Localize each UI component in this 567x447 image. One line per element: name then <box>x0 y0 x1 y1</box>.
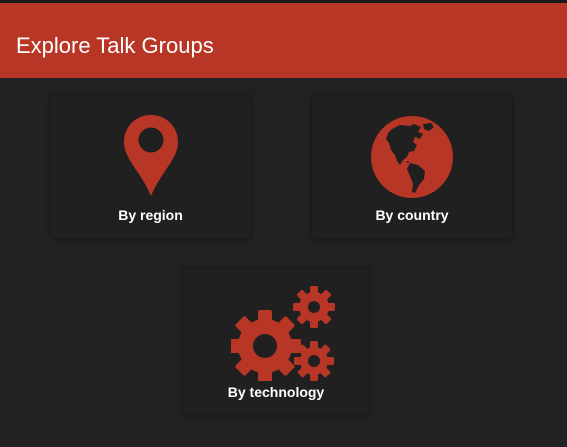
map-pin-icon <box>124 115 178 196</box>
country-card[interactable]: By country <box>312 95 512 238</box>
technology-card[interactable]: By technology <box>183 270 369 415</box>
region-card-label: By region <box>118 207 183 223</box>
page-header: Explore Talk Groups <box>0 3 567 78</box>
technology-card-label: By technology <box>227 384 325 400</box>
app-frame: Explore Talk Groups By region By country <box>0 0 567 447</box>
globe-icon <box>371 116 453 198</box>
gears-icon <box>231 286 335 381</box>
region-card[interactable]: By region <box>51 95 250 238</box>
country-card-label: By country <box>375 207 449 223</box>
page-title: Explore Talk Groups <box>16 33 214 58</box>
